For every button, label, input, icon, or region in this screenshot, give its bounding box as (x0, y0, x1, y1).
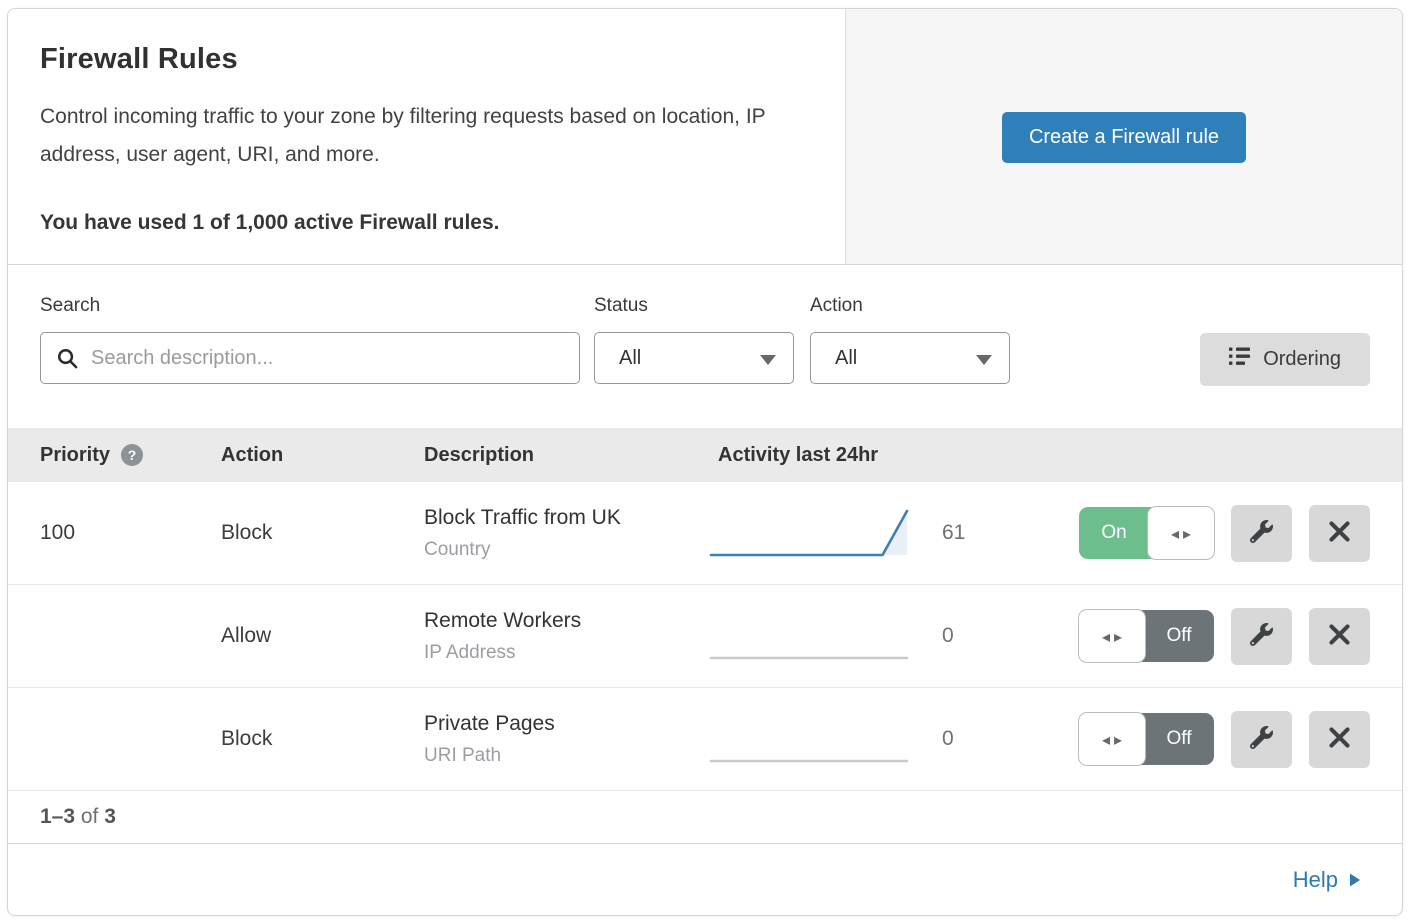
rule-description: Block Traffic from UK (424, 506, 708, 530)
column-priority: Priority ? (40, 444, 221, 467)
list-icon (1229, 347, 1250, 372)
search-box (40, 332, 580, 384)
toggle-handle-arrows-icon[interactable]: ◂▸ (1147, 506, 1215, 560)
rule-description-cell: Private Pages URI Path (424, 712, 708, 767)
action-filter: Action All (810, 295, 1010, 384)
table-header: Priority ? Action Description Activity l… (8, 428, 1402, 482)
rule-controls: Off ◂▸ (1020, 608, 1370, 665)
rule-description-cell: Block Traffic from UK Country (424, 506, 708, 561)
chevron-down-icon (976, 355, 992, 365)
status-label: Status (594, 295, 794, 317)
rule-enabled-toggle[interactable]: Off ◂▸ (1079, 713, 1214, 765)
activity-sparkline (708, 710, 913, 768)
arrow-right-icon (1348, 872, 1361, 888)
firewall-rule-row: 100 Block Block Traffic from UK Country … (8, 482, 1402, 585)
toggle-handle-arrows-icon[interactable]: ◂▸ (1078, 609, 1146, 663)
status-select[interactable]: All (594, 332, 794, 384)
column-action: Action (221, 444, 424, 467)
pagination-total: 3 (104, 805, 116, 829)
activity-count: 61 (940, 521, 1020, 545)
delete-rule-button[interactable] (1309, 505, 1370, 562)
help-link-label: Help (1293, 867, 1338, 893)
rule-type: IP Address (424, 642, 708, 664)
pagination-of: of (75, 805, 104, 829)
priority-header-label: Priority (40, 444, 110, 467)
help-bar: Help (8, 844, 1402, 916)
rule-controls: On ◂▸ (1020, 505, 1370, 562)
create-firewall-rule-button[interactable]: Create a Firewall rule (1002, 112, 1246, 163)
wrench-icon (1250, 623, 1273, 649)
activity-count: 0 (940, 727, 1020, 751)
action-select[interactable]: All (810, 332, 1010, 384)
rule-type: Country (424, 539, 708, 561)
page-header: Firewall Rules Control incoming traffic … (8, 9, 1402, 265)
toggle-state-label: On (1079, 507, 1149, 559)
rule-description: Remote Workers (424, 609, 708, 633)
activity-sparkline (708, 607, 913, 665)
delete-rule-button[interactable] (1309, 608, 1370, 665)
toggle-state-label: Off (1144, 713, 1214, 765)
rule-description: Private Pages (424, 712, 708, 736)
close-icon (1328, 520, 1351, 546)
activity-sparkline (708, 504, 913, 562)
ordering-button-label: Ordering (1263, 348, 1341, 371)
column-description: Description (424, 444, 708, 467)
chevron-down-icon (760, 355, 776, 365)
rule-action: Block (221, 727, 424, 751)
rule-type: URI Path (424, 745, 708, 767)
rule-enabled-toggle[interactable]: Off ◂▸ (1079, 610, 1214, 662)
page-description: Control incoming traffic to your zone by… (40, 98, 785, 174)
firewall-rules-card: Firewall Rules Control incoming traffic … (7, 8, 1403, 916)
page-header-action-panel: Create a Firewall rule (846, 9, 1402, 264)
toggle-handle-arrows-icon[interactable]: ◂▸ (1078, 712, 1146, 766)
search-filter: Search (40, 295, 580, 384)
search-label: Search (40, 295, 580, 317)
activity-count: 0 (940, 624, 1020, 648)
close-icon (1328, 623, 1351, 649)
search-icon (56, 347, 79, 375)
status-filter: Status All (594, 295, 794, 384)
action-select-value: All (835, 347, 857, 370)
help-question-icon[interactable]: ? (121, 444, 143, 466)
firewall-rule-row: Allow Remote Workers IP Address 0 Off ◂▸ (8, 585, 1402, 688)
search-input[interactable] (41, 333, 579, 383)
usage-note: You have used 1 of 1,000 active Firewall… (40, 211, 785, 235)
action-label: Action (810, 295, 1010, 317)
rule-action: Allow (221, 624, 424, 648)
rule-description-cell: Remote Workers IP Address (424, 609, 708, 664)
column-activity: Activity last 24hr (708, 444, 940, 467)
page-title: Firewall Rules (40, 43, 785, 76)
edit-rule-button[interactable] (1231, 711, 1292, 768)
edit-rule-button[interactable] (1231, 505, 1292, 562)
status-select-value: All (619, 347, 641, 370)
edit-rule-button[interactable] (1231, 608, 1292, 665)
filters-bar: Search Status All Action All (8, 265, 1402, 428)
rule-enabled-toggle[interactable]: On ◂▸ (1079, 507, 1214, 559)
wrench-icon (1250, 726, 1273, 752)
wrench-icon (1250, 520, 1273, 546)
close-icon (1328, 726, 1351, 752)
rule-controls: Off ◂▸ (1020, 711, 1370, 768)
firewall-rule-row: Block Private Pages URI Path 0 Off ◂▸ (8, 688, 1402, 791)
pagination-status: 1–3 of 3 (8, 791, 1402, 844)
rule-action: Block (221, 521, 424, 545)
page-header-text: Firewall Rules Control incoming traffic … (8, 9, 846, 264)
ordering-button[interactable]: Ordering (1200, 333, 1370, 386)
pagination-range: 1–3 (40, 805, 75, 829)
delete-rule-button[interactable] (1309, 711, 1370, 768)
rule-priority: 100 (40, 521, 221, 545)
help-link[interactable]: Help (1293, 867, 1361, 893)
toggle-state-label: Off (1144, 610, 1214, 662)
